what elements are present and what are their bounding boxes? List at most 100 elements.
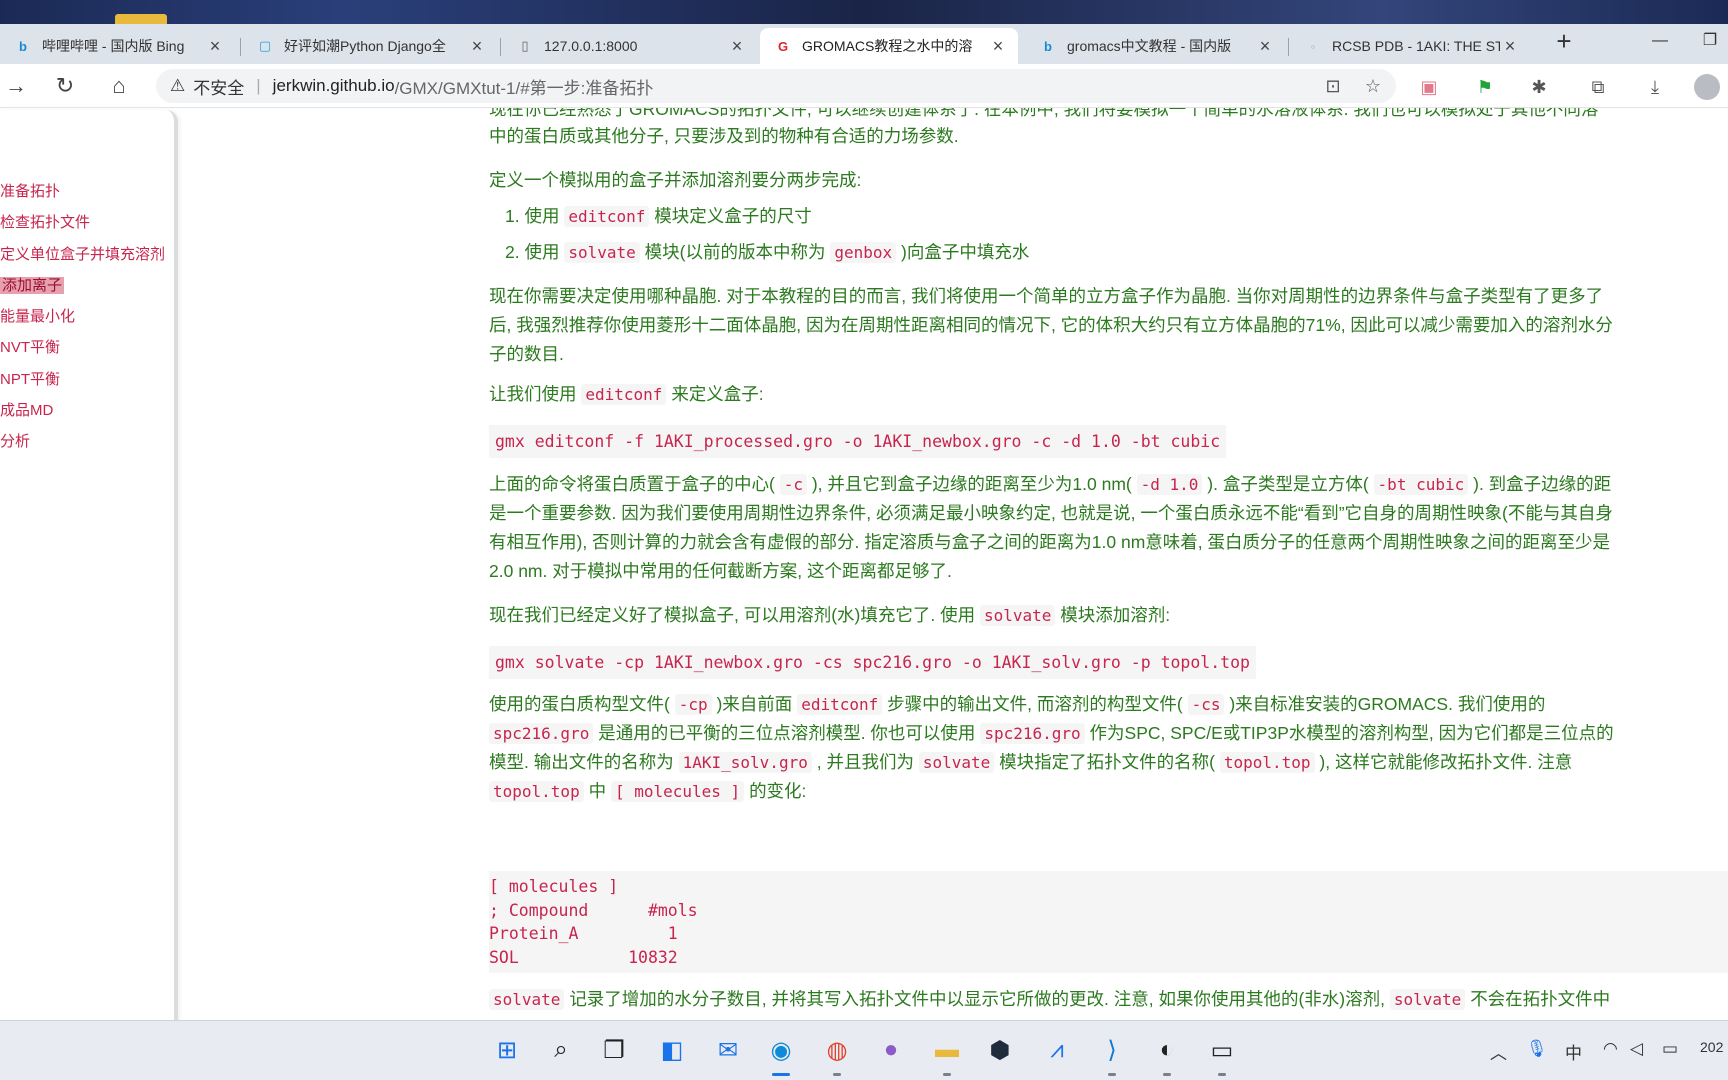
terminal-icon[interactable]: ▭ [1203,1031,1241,1069]
clock[interactable]: 202 [1700,1039,1723,1055]
page-icon: ▯ [521,38,529,53]
chrome-icon[interactable]: ◍ [818,1031,856,1069]
close-tab-icon[interactable]: × [1255,36,1275,57]
tab-title: 好评如潮Python Django全 [284,38,446,54]
paragraph: solvate 记录了增加的水分子数目, 并将其写入拓扑文件中以显示它所做的更改… [489,985,1610,1014]
toc-sidebar: 准备拓扑 检查拓扑文件 定义单位盒子并填充溶剂 添加离子 能量最小化 NVT平衡… [0,110,178,1020]
app-icon[interactable]: ● [872,1031,910,1069]
minimize-button[interactable]: — [1640,26,1680,56]
code-line: ; Compound #mols [489,900,698,920]
ime-indicator[interactable]: 中 [1565,1039,1582,1064]
windows-start-icon[interactable]: ⊞ [488,1031,526,1069]
toc-item-add-ions[interactable]: 添加离子 [0,275,165,306]
paragraph: 模型. 输出文件的名称为 1AKI_solv.gro , 并且我们为 solva… [489,752,1573,773]
close-tab-icon[interactable]: × [205,36,225,57]
tab-title: RCSB PDB - 1AKI: THE STRU [1332,38,1500,54]
tab-gromacs-search[interactable]: b gromacs中文教程 - 国内版 × [1025,28,1285,64]
code-block-molecules: [ molecules ] ; Compound #mols Protein_A… [489,871,1728,973]
microphone-icon[interactable]: 🎙 [1526,1039,1548,1059]
toc-item-npt[interactable]: NPT平衡 [0,369,165,400]
code-command-solvate: gmx solvate -cp 1AKI_newbox.gro -cs spc2… [489,646,1256,679]
paragraph: 定义一个模拟用的盒子并添加溶剂要分两步完成: [489,170,862,190]
tab-gromacs-active[interactable]: G GROMACS教程之水中的溶 × [760,28,1018,64]
paragraph: 使用的蛋白质构型文件( -cp )来自前面 editconf 步骤中的输出文件,… [489,694,1546,715]
tab-title: gromacs中文教程 - 国内版 [1067,38,1232,54]
home-icon[interactable]: ⌂ [103,70,135,102]
toc-item-energy-min[interactable]: 能量最小化 [0,306,165,337]
security-label: 不安全 [193,78,245,98]
tab-rcsb[interactable]: ◦ RCSB PDB - 1AKI: THE STRU × [1290,28,1530,64]
code-line: Protein_A 1 [489,924,678,943]
back-arrow-icon[interactable]: → [0,70,32,102]
profile-avatar[interactable] [1694,74,1720,100]
paragraph: 现在我们已经定义好了模拟盒子, 可以用溶剂(水)填充它了. 使用 solvate… [489,605,1171,626]
tab-bing-bilibili[interactable]: b 哔哩哔哩 - 国内版 Bing × [0,28,235,64]
toc-item-nvt[interactable]: NVT平衡 [0,337,165,368]
restore-button[interactable]: ❐ [1690,26,1728,56]
paragraph: 中的蛋白质或其他分子, 只要涉及到的物种有合适的力场参数. [489,126,959,146]
volume-icon[interactable]: ◁ [1630,1039,1643,1059]
flag-extension-icon[interactable]: ⚑ [1470,72,1500,102]
address-bar[interactable]: ⚠ 不安全 | jerkwin.github.io /GMX/GMXtut-1/… [156,69,1396,103]
task-view-icon[interactable]: ❐ [595,1031,633,1069]
paragraph: topol.top 中 [ molecules ] 的变化: [489,777,806,806]
extension-icon[interactable]: ▣ [1414,72,1444,102]
tray-chevron-icon[interactable]: ︿ [1490,1039,1507,1064]
bing-icon: b [1044,38,1052,54]
paragraph: 让我们使用 editconf 来定义盒子: [489,384,764,405]
toc-item-check-topology[interactable]: 检查拓扑文件 [0,212,165,243]
toc-item-analysis[interactable]: 分析 [0,431,165,462]
file-explorer-icon[interactable]: ▬ [928,1031,966,1069]
collections-icon[interactable]: ⧉ [1583,72,1613,102]
close-tab-icon[interactable]: × [467,36,487,57]
paragraph: 2.0 nm. 对于模拟中常用的任何截断方案, 这个距离都足够了. [489,561,952,581]
close-tab-icon[interactable]: × [727,36,747,57]
new-tab-button[interactable]: + [1550,28,1578,56]
toc-item-define-box[interactable]: 定义单位盒子并填充溶剂 [0,244,165,275]
close-tab-icon[interactable]: × [988,36,1008,57]
paragraph: 有相互作用), 否则计算的力就会含有虚假的部分. 指定溶质与盒子之间的距离为1.… [489,532,1610,552]
url-path: /GMX/GMXtut-1/#第一步:准备拓扑 [394,78,654,98]
tab-django[interactable]: ▢ 好评如潮Python Django全 × [242,28,497,64]
page-content-area: 准备拓扑 检查拓扑文件 定义单位盒子并填充溶剂 添加离子 能量最小化 NVT平衡… [0,108,1728,1020]
url-host: jerkwin.github.io [272,76,395,95]
reader-mode-icon[interactable]: ⊡ [1316,69,1350,103]
warning-icon: ⚠ [170,76,186,95]
code-line: SOL 10832 [489,947,678,967]
gromacs-icon: G [777,38,789,54]
tab-bar: b 哔哩哔哩 - 国内版 Bing × ▢ 好评如潮Python Django全… [0,24,1728,64]
tab-localhost[interactable]: ▯ 127.0.0.1:8000 × [502,28,757,64]
list-item: 1. 使用 editconf 模块定义盒子的尺寸 [505,206,812,227]
search-icon[interactable]: ⌕ [542,1031,580,1069]
refresh-icon[interactable]: ↻ [49,70,81,102]
list-item: 2. 使用 solvate 模块(以前的版本中称为 genbox )向盒子中填充… [505,242,1030,263]
toc-item-prepare-topology[interactable]: 准备拓扑 [0,181,165,212]
paragraph: 是一个重要参数. 因为我们要使用周期性边界条件, 必须满足最小映象约定, 也就是… [489,503,1613,523]
wifi-icon[interactable]: ◠ [1603,1039,1618,1059]
chart-app-icon[interactable]: ⩘ [1038,1031,1076,1069]
separator: | [256,76,261,95]
app-hex-icon[interactable]: ⬢ [981,1031,1019,1069]
tab-title: 哔哩哔哩 - 国内版 Bing [42,38,185,54]
mail-icon[interactable]: ✉ [709,1031,747,1069]
desktop-background [0,0,1728,26]
toc-list: 准备拓扑 检查拓扑文件 定义单位盒子并填充溶剂 添加离子 能量最小化 NVT平衡… [0,181,165,463]
widgets-icon[interactable]: ◧ [653,1031,691,1069]
download-icon[interactable]: ⤓ [1640,72,1670,102]
paragraph: 后, 我强烈推荐你使用菱形十二面体晶胞, 因为在周期性距离相同的情况下, 它的体… [489,315,1613,335]
close-tab-icon[interactable]: × [1500,36,1520,57]
bilibili-icon: ▢ [258,38,272,53]
obs-icon[interactable]: ◐ [1148,1031,1186,1069]
paragraph: 子的数目. [489,344,564,364]
toc-item-production-md[interactable]: 成品MD [0,400,165,431]
favorite-star-icon[interactable]: ☆ [1356,69,1390,103]
browser-toolbar: → ↻ ⌂ ⚠ 不安全 | jerkwin.github.io /GMX/GMX… [0,64,1728,108]
rcsb-icon: ◦ [1310,38,1316,54]
vscode-icon[interactable]: ⟩ [1093,1031,1131,1069]
bing-icon: b [19,38,27,54]
battery-icon[interactable]: ▭ [1662,1039,1678,1059]
code-line: [ molecules ] [489,877,619,896]
edge-browser-icon[interactable]: ◉ [762,1031,800,1069]
paragraph: spc216.gro 是通用的已平衡的三位点溶剂模型. 你也可以使用 spc21… [489,719,1614,748]
extensions-puzzle-icon[interactable]: ✱ [1524,72,1554,102]
